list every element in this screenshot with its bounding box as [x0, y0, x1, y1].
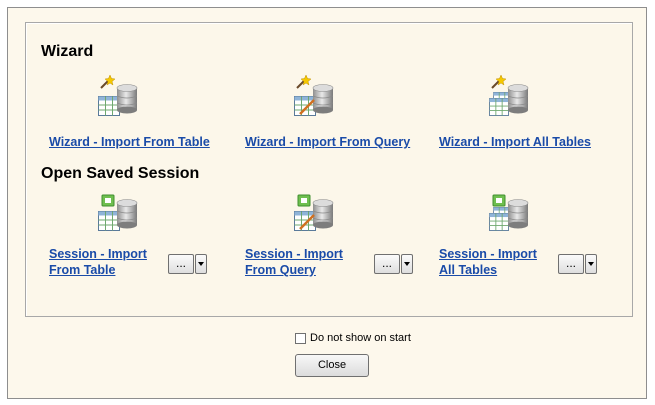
do-not-show-label: Do not show on start — [310, 332, 411, 344]
session-import-all-tables-link[interactable]: Session - Import All Tables — [439, 246, 537, 278]
session-table-line2: From Table — [49, 263, 116, 277]
session-query-browse-button[interactable]: ... — [374, 254, 400, 274]
session-table-browse-button[interactable]: ... — [168, 254, 194, 274]
wizard-import-from-query-link[interactable]: Wizard - Import From Query — [245, 134, 410, 150]
wizard-import-from-table-link[interactable]: Wizard - Import From Table — [49, 134, 210, 150]
session-table-dropdown-button[interactable] — [195, 254, 207, 274]
session-all-tables-dropdown-button[interactable] — [585, 254, 597, 274]
start-dialog: Wizard Wizard - Import From Table Wizard… — [7, 7, 647, 399]
wizard-import-all-tables-link[interactable]: Wizard - Import All Tables — [439, 134, 591, 150]
session-table-line1: Session - Import — [49, 247, 147, 261]
session-table-button-group: ... — [168, 254, 207, 274]
session-import-from-table-link[interactable]: Session - Import From Table — [49, 246, 147, 278]
session-query-dropdown-button[interactable] — [401, 254, 413, 274]
session-table-db-icon[interactable] — [96, 189, 144, 237]
session-all-tables-button-group: ... — [558, 254, 597, 274]
session-all-tables-db-icon[interactable] — [487, 189, 535, 237]
close-button[interactable]: Close — [295, 354, 369, 377]
open-saved-session-heading: Open Saved Session — [41, 165, 200, 182]
do-not-show-row[interactable]: Do not show on start — [295, 332, 411, 344]
do-not-show-checkbox[interactable] — [295, 332, 306, 344]
options-panel: Wizard Wizard - Import From Table Wizard… — [25, 22, 633, 317]
session-query-line2: From Query — [245, 263, 316, 277]
wizard-all-tables-db-icon[interactable] — [487, 74, 535, 122]
wizard-table-db-icon[interactable] — [96, 74, 144, 122]
session-query-line1: Session - Import — [245, 247, 343, 261]
session-query-button-group: ... — [374, 254, 413, 274]
session-all-tables-line1: Session - Import — [439, 247, 537, 261]
session-import-from-query-link[interactable]: Session - Import From Query — [245, 246, 343, 278]
session-all-tables-browse-button[interactable]: ... — [558, 254, 584, 274]
wizard-query-db-icon[interactable] — [292, 74, 340, 122]
session-query-db-icon[interactable] — [292, 189, 340, 237]
wizard-heading: Wizard — [41, 43, 94, 60]
session-all-tables-line2: All Tables — [439, 263, 498, 277]
